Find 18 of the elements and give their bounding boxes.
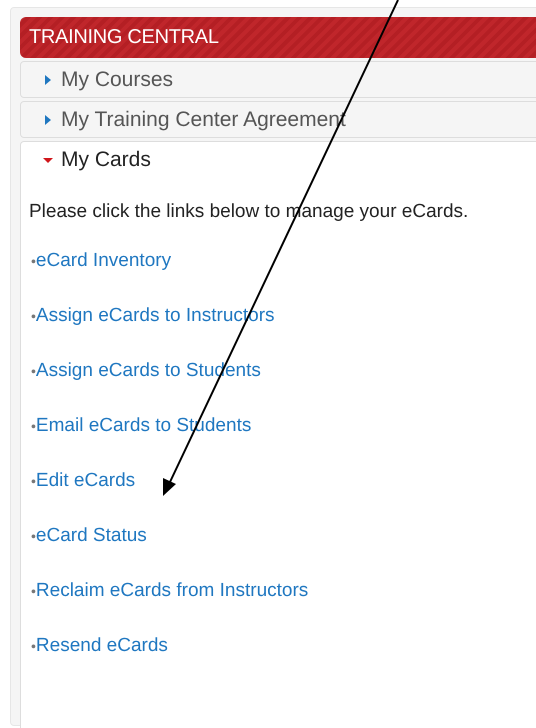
card-link[interactable]: Resend eCards	[36, 635, 168, 657]
card-link[interactable]: Edit eCards	[36, 470, 136, 492]
card-link[interactable]: eCard Inventory	[36, 250, 172, 272]
caret-right-icon	[43, 74, 53, 86]
bullet: •	[31, 363, 36, 379]
bullet: •	[31, 583, 36, 599]
panel-header: TRAINING CENTRAL	[20, 17, 536, 58]
bullet: •	[31, 528, 36, 544]
accordion-header[interactable]: My Cards	[20, 141, 536, 177]
card-link[interactable]: eCard Status	[36, 525, 147, 547]
caret-right-icon	[43, 114, 53, 126]
bullet: •	[31, 308, 36, 324]
bullet: •	[31, 418, 36, 434]
bullet: •	[31, 253, 36, 269]
bullet: •	[31, 638, 36, 654]
accordion-header[interactable]: My Courses	[20, 61, 536, 98]
bullet: •	[31, 473, 36, 489]
card-link[interactable]: Reclaim eCards from Instructors	[36, 580, 308, 602]
